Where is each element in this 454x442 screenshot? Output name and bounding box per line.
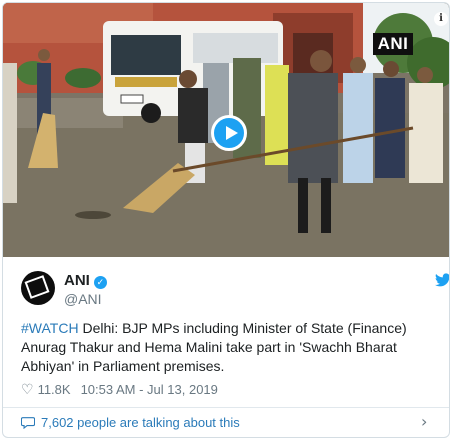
author-name[interactable]: ANI ✓ bbox=[64, 272, 107, 290]
avatar[interactable] bbox=[21, 271, 55, 305]
play-icon[interactable] bbox=[211, 115, 247, 151]
ani-watermark: ANI bbox=[373, 33, 413, 55]
heart-icon[interactable]: ♡ bbox=[21, 381, 34, 397]
chevron-right-icon: › bbox=[421, 412, 428, 431]
author-handle[interactable]: @ANI bbox=[64, 291, 102, 307]
author-name-text: ANI bbox=[64, 272, 90, 289]
info-icon[interactable]: i bbox=[434, 12, 448, 26]
video-thumbnail[interactable]: ANI i bbox=[3, 3, 449, 257]
tweet-meta: ♡ 11.8K 10:53 AM - Jul 13, 2019 bbox=[21, 381, 218, 398]
tweet-body: Delhi: BJP MPs including Minister of Sta… bbox=[21, 320, 407, 374]
tweet-author[interactable]: ANI ✓ @ANI bbox=[21, 271, 449, 307]
ani-logo-icon bbox=[24, 275, 50, 299]
conversation-link[interactable]: 7,602 people are talking about this › bbox=[3, 408, 449, 437]
tweet-timestamp[interactable]: 10:53 AM - Jul 13, 2019 bbox=[81, 382, 218, 397]
talking-about-text: 7,602 people are talking about this bbox=[41, 415, 240, 430]
tweet-text: #WATCH Delhi: BJP MPs including Minister… bbox=[21, 319, 439, 376]
tweet-card[interactable]: ANI i ANI ✓ @ANI #WATCH Delhi: BJP MPs in… bbox=[2, 2, 450, 438]
hashtag-link[interactable]: #WATCH bbox=[21, 320, 79, 336]
twitter-bird-icon[interactable] bbox=[435, 273, 450, 287]
verified-badge-icon: ✓ bbox=[93, 276, 107, 289]
speech-bubble-icon bbox=[21, 417, 35, 429]
like-count[interactable]: 11.8K bbox=[38, 382, 71, 397]
